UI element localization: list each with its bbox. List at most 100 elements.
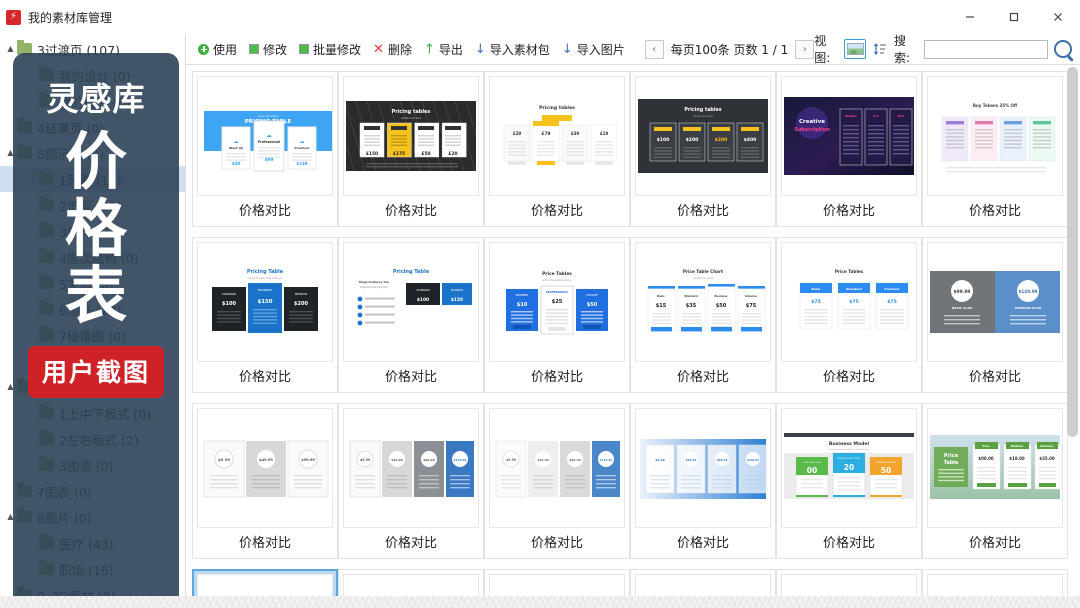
svg-text:$99.99: $99.99 (301, 458, 315, 462)
svg-text:$99.99: $99.99 (717, 458, 728, 462)
thumbnail-label: 价格对比 (676, 203, 729, 219)
svg-text:Buy Tokens 35% Off: Buy Tokens 35% Off (973, 103, 1018, 108)
thumbnail-preview: Pricing tables £29 £79 £39 £19 (489, 76, 625, 196)
thumbnail-preview (489, 574, 625, 596)
import-package-label: 导入素材包 (489, 42, 550, 57)
thumbnail-preview: Pricing tables choose your plan $100 $200 $3… (635, 76, 771, 196)
tree-expand-icon[interactable]: ▲ (4, 45, 17, 53)
thumbnail-card[interactable]: Pricing tables £29 £79 £39 £19 价格对比 (484, 71, 630, 227)
svg-text:Pro: Pro (873, 114, 879, 118)
thumbnail-card[interactable]: $9.99 $49.99 $99.99 $149.99 价格对比 (338, 403, 484, 559)
svg-text:Pricing tables: Pricing tables (684, 107, 721, 113)
export-up-arrow-icon: ↑ (423, 41, 435, 57)
thumbnail-preview: $99.99 $149.99 BASIC PLAN PREMIUM PLAN (927, 242, 1063, 362)
thumbnail-card-partial[interactable] (338, 569, 484, 596)
thumbnail-card[interactable]: $9.99 $49.99 $99.99 $149.99 价格对比 (484, 403, 630, 559)
thumbnail-card[interactable]: Pricing tables choose your plan $100 $200 $3… (630, 71, 776, 227)
thumbnail-card[interactable]: Price Tables Basic Standard Premium $75 $75 $7… (776, 237, 922, 393)
svg-text:Save and share: Save and share (258, 114, 278, 118)
search-magnifier-icon[interactable] (1053, 40, 1072, 58)
thumbnail-card[interactable]: $9.99 $49.99 $99.99 $149.99 价格对比 (630, 403, 776, 559)
thumbnail-card[interactable]: Pricing tables subtitle text here £150 £175… (338, 71, 484, 227)
close-button[interactable] (1036, 0, 1080, 34)
svg-text:Pricing tables: Pricing tables (539, 105, 575, 111)
svg-text:$49: $49 (232, 161, 241, 166)
thumbnail-label: 价格对比 (238, 369, 291, 385)
search-input[interactable] (923, 39, 1048, 59)
svg-text:$99.99: $99.99 (954, 289, 971, 295)
thumbnail-card[interactable]: Save and sharePRICING TABLE☁☁☁Start UpPr… (192, 71, 338, 227)
svg-text:choose your plan: choose your plan (693, 115, 714, 118)
thumbnail-card[interactable]: Price Table Chart compare our plans Basic S… (630, 237, 776, 393)
edit-label: 修改 (263, 42, 288, 57)
svg-text:Advance: Advance (745, 294, 758, 298)
thumbnail-card-partial[interactable] (776, 569, 922, 596)
pagination: ‹ 每页100条 页数 1 / 1 › (644, 39, 815, 59)
thumbnail-label: 价格对比 (530, 203, 583, 219)
thumbnail-card[interactable]: Buy Tokens 35% Off 价格对比 (922, 71, 1068, 227)
thumbnail-card-selected[interactable]: Choose Your Payment PlanLorem ipsum dolo… (192, 569, 338, 596)
prev-page-button[interactable]: ‹ (644, 39, 664, 59)
svg-text:Free: Free (983, 444, 990, 448)
thumbnail-card-partial[interactable] (922, 569, 1068, 596)
thumbnail-card[interactable]: $99.99 $149.99 BASIC PLAN PREMIUM PLAN 价格对比 (922, 237, 1068, 393)
svg-text:$9.99: $9.99 (218, 457, 230, 462)
thumbnail-card-partial[interactable] (630, 569, 776, 596)
import-package-button[interactable]: ↓ 导入素材包 (469, 38, 556, 60)
category-sidebar[interactable]: ▲3过渡页 (107)我的设计 (0)我的截图 (0)4结果页 (0)▲5图示集… (0, 34, 186, 596)
svg-text:$150: $150 (451, 297, 463, 303)
next-page-button[interactable]: › (795, 39, 815, 59)
thumbnail-card[interactable]: $9.99 $49.99 $99.99 价格对比 (192, 403, 338, 559)
svg-text:ULTIMATE: ULTIMATE (586, 294, 598, 297)
svg-text:Business: Business (715, 294, 728, 298)
minimize-button[interactable] (948, 0, 992, 34)
thumbnail-label: 价格对比 (822, 535, 875, 551)
maximize-button[interactable] (992, 0, 1036, 34)
app-logo-icon: ⚡ (6, 9, 21, 25)
thumbnail-card[interactable]: Pricing Table Mega Features You Organize Y… (338, 237, 484, 393)
export-button[interactable]: ↑ 导出 (418, 38, 469, 60)
svg-text:compare our plans: compare our plans (693, 277, 714, 280)
scrollbar-thumb[interactable] (1067, 67, 1078, 437)
content-pane: 使用 修改 批量修改 ✕ 删除 ↑ 导出 ↓ 导入素材包 ↓ 导入图片 ‹ 每页… (186, 34, 1080, 596)
thumbnail-preview: Price Table Chart compare our plans Basic S… (635, 242, 771, 362)
thumbnail-card[interactable]: Price Tables simple transparent pricing BE… (484, 237, 630, 393)
thumbnail-card[interactable]: Creative Subscription Starter Pro Max 价格对比 (776, 71, 922, 227)
edit-square-icon (249, 44, 260, 54)
svg-text:$149: $149 (296, 161, 307, 166)
svg-text:$149.99: $149.99 (1018, 289, 1037, 294)
svg-text:$00.00: $00.00 (978, 456, 994, 461)
thumbnail-preview: Choose Your Payment PlanLorem ipsum dolo… (197, 574, 333, 596)
search-label: 搜索: (893, 34, 910, 65)
vertical-scrollbar[interactable] (1067, 67, 1078, 594)
thumbnail-view-icon[interactable] (844, 39, 866, 59)
thumbnail-label: 价格对比 (968, 203, 1021, 219)
import-down-arrow-icon: ↓ (474, 41, 486, 57)
action-toolbar: 使用 修改 批量修改 ✕ 删除 ↑ 导出 ↓ 导入素材包 ↓ 导入图片 ‹ 每页… (186, 32, 1080, 66)
sort-icon[interactable] (872, 41, 888, 57)
thumbnail-card[interactable]: Price Table Free Medium Business $00.00 $19.00… (922, 403, 1068, 559)
svg-text:50: 50 (881, 466, 891, 475)
thumbnail-preview: $9.99 $49.99 $99.99 $149.99 (635, 408, 771, 528)
window-title: 我的素材库管理 (28, 10, 113, 25)
thumbnail-preview: Pricing Table Mega Features You Organize Y… (343, 242, 479, 362)
thumbnail-grid[interactable]: Save and sharePRICING TABLE☁☁☁Start UpPr… (186, 65, 1080, 596)
thumbnail-preview (781, 574, 917, 596)
edit-button[interactable]: 修改 (243, 38, 293, 60)
delete-button[interactable]: ✕ 删除 (367, 38, 418, 60)
import-image-button[interactable]: ↓ 导入图片 (556, 38, 631, 60)
svg-text:$99.99: $99.99 (569, 458, 581, 462)
svg-text:Premium: Premium (884, 287, 899, 291)
window-controls (948, 0, 1080, 34)
thumbnail-card[interactable]: Business Model Free Lorem Ipsum Dolor • S… (776, 403, 922, 559)
toolbar-right-group: 视图: 搜索: (814, 32, 1072, 66)
thumbnail-preview (343, 574, 479, 596)
thumbnail-card[interactable]: Pricing Table choose the plan that suits … (192, 237, 338, 393)
batch-edit-button[interactable]: 批量修改 (293, 38, 367, 60)
thumbnail-card-partial[interactable] (484, 569, 630, 596)
svg-text:Pricing Table: Pricing Table (393, 269, 430, 275)
use-button[interactable]: 使用 (192, 38, 243, 60)
svg-text:$50: $50 (716, 303, 727, 309)
svg-text:Standard: Standard (846, 287, 862, 291)
window-body: ▲3过渡页 (107)我的设计 (0)我的截图 (0)4结果页 (0)▲5图示集… (0, 34, 1080, 596)
